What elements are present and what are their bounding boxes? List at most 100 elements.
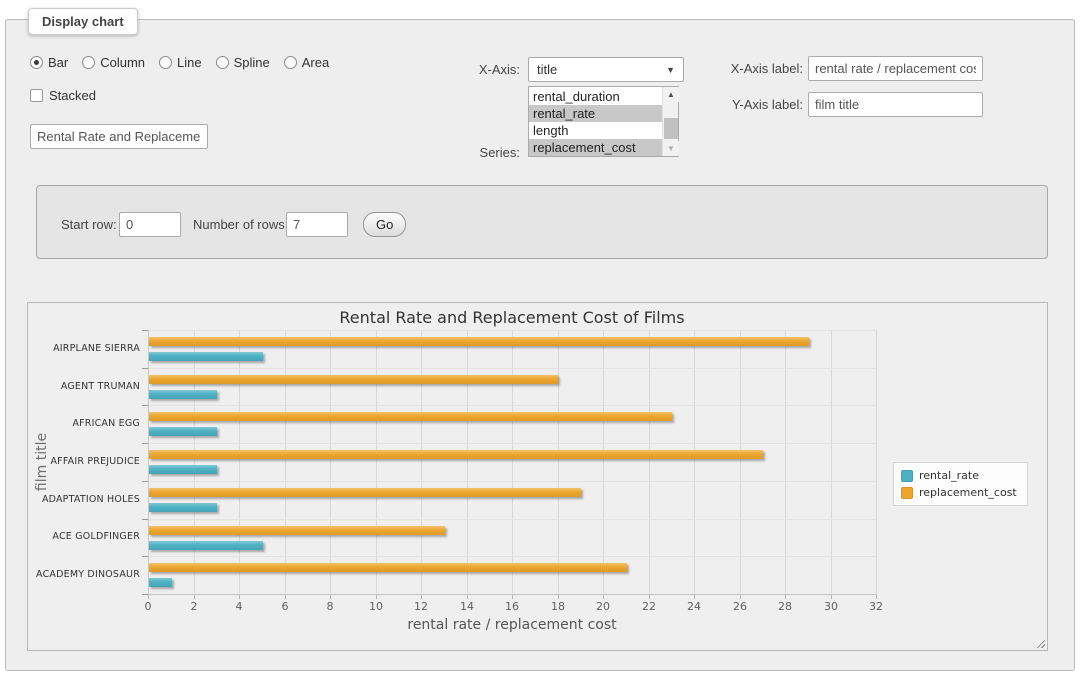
dropdown-arrow-icon: ▼ — [666, 65, 675, 75]
bar-rental_rate[interactable] — [149, 427, 217, 436]
bar-rental_rate[interactable] — [149, 578, 172, 587]
bar-replacement_cost[interactable] — [149, 563, 627, 572]
x-tick-label: 26 — [725, 600, 755, 613]
bar-replacement_cost[interactable] — [149, 526, 445, 535]
gridline — [512, 330, 513, 594]
legend-item-replacement_cost[interactable]: replacement_cost — [901, 486, 1017, 499]
query-box: Start row: Number of rows: Go — [36, 185, 1048, 259]
gridline — [330, 330, 331, 594]
display-chart-panel: Display chart BarColumnLineSplineArea St… — [5, 19, 1075, 671]
x-tick-label: 24 — [679, 600, 709, 613]
scroll-thumb[interactable] — [664, 118, 678, 139]
radio-icon — [216, 56, 229, 69]
radio-option-bar[interactable]: Bar — [30, 55, 68, 70]
series-option-replacement_cost[interactable]: replacement_cost — [529, 139, 662, 156]
bar-replacement_cost[interactable] — [149, 412, 672, 421]
radio-option-label: Bar — [48, 55, 68, 70]
band-gridline — [148, 519, 876, 520]
go-button[interactable]: Go — [363, 212, 406, 237]
stacked-checkbox[interactable] — [30, 89, 43, 102]
chart-type-radio-group: Bar Column Line Spline Area — [30, 55, 329, 70]
bar-rental_rate[interactable] — [149, 465, 217, 474]
bar-rental_rate[interactable] — [149, 352, 263, 361]
category-label: ACADEMY DINOSAUR — [20, 569, 140, 580]
x-axis-tick — [831, 595, 832, 599]
x-axis-tick — [740, 595, 741, 599]
series-option-length[interactable]: length — [529, 122, 662, 139]
legend-swatch — [901, 487, 913, 499]
x-axis-tick — [876, 595, 877, 599]
series-option-rental_rate[interactable]: rental_rate — [529, 105, 662, 122]
legend-item-rental_rate[interactable]: rental_rate — [901, 469, 1017, 482]
legend-label: replacement_cost — [919, 486, 1017, 499]
series-scrollbar[interactable]: ▲ ▼ — [662, 87, 678, 156]
x-axis-select[interactable]: title ▼ — [528, 57, 684, 82]
series-option-rental_duration[interactable]: rental_duration — [529, 88, 662, 105]
x-axis-tick — [467, 595, 468, 599]
y-axis-label-text: Y-Axis label: — [700, 92, 803, 117]
x-tick-label: 16 — [497, 600, 527, 613]
x-tick-label: 10 — [361, 600, 391, 613]
category-label: ACE GOLDFINGER — [20, 531, 140, 542]
x-tick-label: 6 — [270, 600, 300, 613]
bar-replacement_cost[interactable] — [149, 488, 581, 497]
x-axis-label-text: X-Axis label: — [700, 56, 803, 81]
x-axis-label-input[interactable] — [808, 56, 983, 81]
chart-container: Rental Rate and Replacement Cost of Film… — [27, 302, 1048, 651]
x-axis-tick — [649, 595, 650, 599]
x-axis-selected-value: title — [537, 62, 666, 77]
radio-option-label: Area — [302, 55, 329, 70]
gridline — [694, 330, 695, 594]
band-gridline — [148, 405, 876, 406]
series-listbox[interactable]: rental_durationrental_ratelengthreplacem… — [528, 86, 679, 157]
legend-label: rental_rate — [919, 469, 979, 482]
band-gridline — [148, 556, 876, 557]
x-axis-select-label: X-Axis: — [420, 57, 520, 82]
x-tick-label: 12 — [406, 600, 436, 613]
x-tick-label: 32 — [861, 600, 891, 613]
scroll-up-icon[interactable]: ▲ — [663, 87, 679, 102]
band-gridline — [148, 443, 876, 444]
legend-swatch — [901, 470, 913, 482]
start-row-label: Start row: — [61, 212, 117, 237]
radio-icon — [82, 56, 95, 69]
chart-title-input[interactable] — [30, 124, 208, 149]
radio-option-area[interactable]: Area — [284, 55, 329, 70]
bar-replacement_cost[interactable] — [149, 337, 809, 346]
gridline — [603, 330, 604, 594]
num-rows-input[interactable] — [286, 212, 348, 237]
x-axis-title: rental rate / replacement cost — [148, 617, 876, 633]
value-axis-line — [148, 594, 877, 595]
radio-option-line[interactable]: Line — [159, 55, 202, 70]
gridline — [421, 330, 422, 594]
band-gridline — [148, 368, 876, 369]
stacked-checkbox-row[interactable]: Stacked — [30, 88, 96, 103]
band-gridline — [148, 330, 876, 331]
category-axis-line — [148, 330, 149, 594]
scroll-down-icon[interactable]: ▼ — [663, 141, 679, 156]
bar-replacement_cost[interactable] — [149, 450, 763, 459]
y-axis-label-input[interactable] — [808, 92, 983, 117]
gridline — [558, 330, 559, 594]
x-tick-label: 14 — [452, 600, 482, 613]
x-axis-tick — [694, 595, 695, 599]
gridline — [740, 330, 741, 594]
radio-icon — [284, 56, 297, 69]
bar-rental_rate[interactable] — [149, 541, 263, 550]
bar-rental_rate[interactable] — [149, 390, 217, 399]
x-tick-label: 30 — [816, 600, 846, 613]
gridline — [831, 330, 832, 594]
x-axis-tick — [512, 595, 513, 599]
gridline — [467, 330, 468, 594]
radio-option-spline[interactable]: Spline — [216, 55, 270, 70]
x-tick-label: 2 — [179, 600, 209, 613]
gridline — [785, 330, 786, 594]
start-row-input[interactable] — [119, 212, 181, 237]
bar-rental_rate[interactable] — [149, 503, 217, 512]
panel-title: Display chart — [28, 8, 138, 35]
radio-option-column[interactable]: Column — [82, 55, 145, 70]
bar-replacement_cost[interactable] — [149, 375, 558, 384]
x-axis-tick — [239, 595, 240, 599]
gridline — [376, 330, 377, 594]
chart-resize-handle[interactable] — [1034, 637, 1045, 648]
